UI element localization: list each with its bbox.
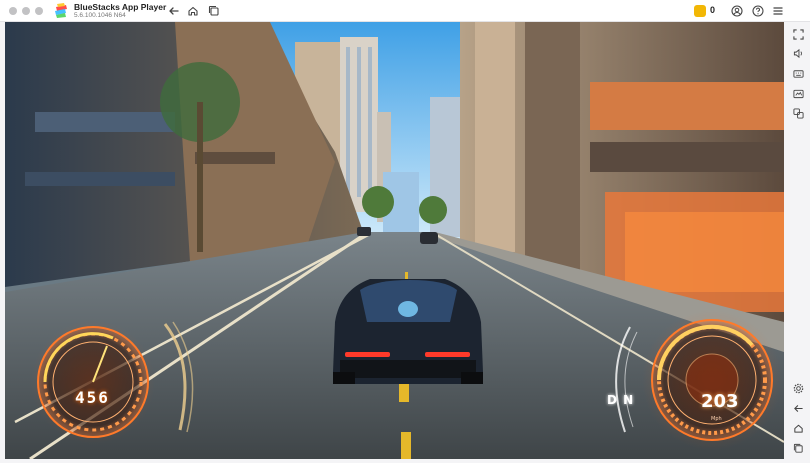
close-window-button[interactable] <box>9 7 17 15</box>
help-icon[interactable] <box>751 4 765 18</box>
title-bar: BlueStacks App Player 5.6.100.1046 N64 0 <box>0 0 810 22</box>
game-viewport[interactable]: 456 D N 203 Mph <box>5 22 784 459</box>
settings-icon[interactable] <box>791 381 805 395</box>
maximize-window-button[interactable] <box>35 7 43 15</box>
app-version: 5.6.100.1046 N64 <box>74 12 126 19</box>
left-gauge <box>31 320 155 444</box>
account-icon[interactable] <box>730 4 744 18</box>
bluestacks-logo-icon <box>55 3 67 18</box>
racing-game-scene <box>5 22 784 459</box>
right-gauge <box>642 310 782 450</box>
multi-window-icon[interactable] <box>791 106 805 120</box>
screenshot-icon[interactable] <box>791 86 805 100</box>
fullscreen-icon[interactable] <box>791 27 805 41</box>
hamburger-menu-icon[interactable] <box>771 4 785 18</box>
recent-apps-icon[interactable] <box>791 441 805 455</box>
multi-instance-icon[interactable] <box>207 4 221 18</box>
coin-count: 0 <box>710 5 716 15</box>
keyboard-controls-icon[interactable] <box>791 66 805 80</box>
bluestacks-window: BlueStacks App Player 5.6.100.1046 N64 0 <box>0 0 810 463</box>
back-icon[interactable] <box>791 401 805 415</box>
left-gauge-value: 456 <box>75 388 110 407</box>
home-icon[interactable] <box>791 421 805 435</box>
gear-indicator: D N <box>607 393 635 407</box>
right-sidebar <box>786 22 810 463</box>
app-title: BlueStacks App Player <box>74 2 167 12</box>
game-coin-icon[interactable] <box>694 5 706 17</box>
player-car <box>333 279 483 384</box>
volume-icon[interactable] <box>791 46 805 60</box>
speed-unit: Mph <box>711 416 722 422</box>
speed-value: 203 <box>701 391 739 412</box>
arrow-left-icon[interactable] <box>167 4 181 18</box>
minimize-window-button[interactable] <box>22 7 30 15</box>
home-icon[interactable] <box>186 4 200 18</box>
